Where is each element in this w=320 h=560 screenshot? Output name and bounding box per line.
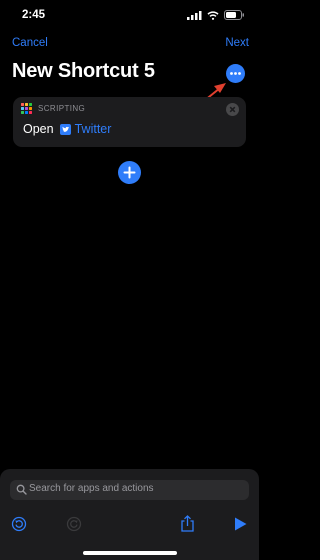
plus-icon bbox=[123, 166, 136, 179]
action-verb: Open bbox=[23, 122, 54, 136]
action-card[interactable]: SCRIPTING Open Twitter bbox=[13, 97, 246, 147]
search-placeholder: Search for apps and actions bbox=[29, 483, 154, 494]
redo-icon[interactable] bbox=[66, 516, 82, 532]
remove-action-button[interactable] bbox=[226, 103, 239, 116]
undo-icon[interactable] bbox=[11, 516, 27, 532]
search-icon bbox=[16, 484, 27, 495]
search-input[interactable]: Search for apps and actions bbox=[10, 480, 249, 500]
share-icon[interactable] bbox=[180, 515, 195, 532]
action-category: SCRIPTING bbox=[21, 103, 85, 114]
twitter-icon bbox=[59, 123, 71, 135]
play-icon[interactable] bbox=[234, 517, 247, 531]
home-indicator bbox=[83, 551, 177, 555]
action-category-label: SCRIPTING bbox=[38, 104, 86, 113]
close-icon bbox=[229, 106, 236, 113]
scripting-icon bbox=[21, 103, 32, 114]
app-parameter-label: Twitter bbox=[74, 122, 112, 136]
add-action-button[interactable] bbox=[118, 161, 141, 184]
action-row: Open Twitter bbox=[23, 122, 111, 136]
app-parameter[interactable]: Twitter bbox=[59, 122, 112, 136]
actions-panel: Search for apps and actions bbox=[0, 469, 259, 560]
